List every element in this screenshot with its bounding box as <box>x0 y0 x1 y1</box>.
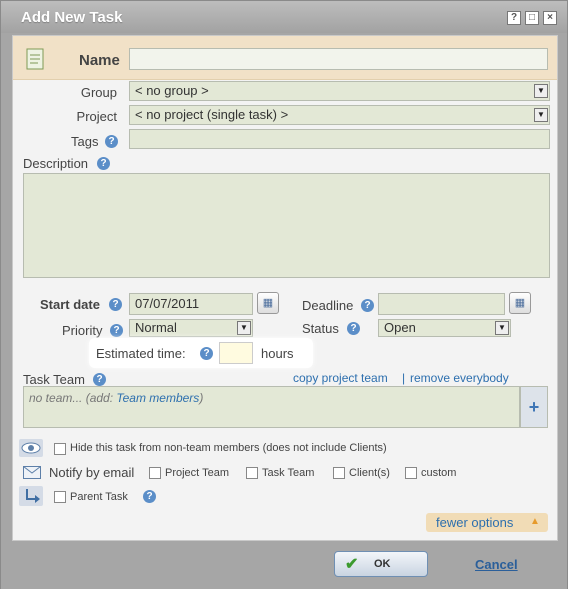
copy-project-team-link[interactable]: copy project team <box>293 371 388 385</box>
start-date-input[interactable]: 07/07/2011 <box>129 293 253 315</box>
fewer-options-button[interactable]: fewer options ▲ <box>426 513 548 532</box>
status-label: Status <box>302 321 339 336</box>
help-icon[interactable]: ? <box>200 347 213 360</box>
fewer-options-label: fewer options <box>436 515 514 530</box>
notify-project-team-checkbox[interactable] <box>149 467 161 479</box>
estimated-time-box: Estimated time: ? hours <box>89 338 313 368</box>
add-team-member-button[interactable]: + <box>520 386 548 428</box>
help-button[interactable]: ? <box>507 11 521 25</box>
priority-select-value: Normal <box>135 320 177 335</box>
notify-clients-label: Client(s) <box>349 467 390 479</box>
title-bar: Add New Task ? □ × <box>1 1 567 33</box>
notify-project-team-label: Project Team <box>165 467 229 479</box>
notify-custom-checkbox[interactable] <box>405 467 417 479</box>
help-icon[interactable]: ? <box>105 135 118 148</box>
hide-task-label: Hide this task from non-team members (do… <box>70 442 387 454</box>
description-label: Description <box>23 156 89 171</box>
chevron-down-icon: ▼ <box>237 321 251 335</box>
project-select-value: < no project (single task) > <box>135 107 289 122</box>
start-date-label: Start date <box>40 297 100 312</box>
dialog-title: Add New Task <box>21 9 123 26</box>
deadline-input[interactable] <box>378 293 505 315</box>
status-select[interactable]: Open ▼ <box>378 319 511 337</box>
ok-button[interactable]: ✔ OK <box>334 551 428 577</box>
cancel-link[interactable]: Cancel <box>475 557 518 572</box>
tags-label: Tags <box>71 134 99 149</box>
help-icon[interactable]: ? <box>143 490 156 503</box>
estimated-time-input[interactable] <box>219 342 253 364</box>
help-icon[interactable]: ? <box>93 373 106 386</box>
estimated-time-label: Estimated time: <box>96 346 186 361</box>
priority-select[interactable]: Normal ▼ <box>129 319 253 337</box>
maximize-button[interactable]: □ <box>525 11 539 25</box>
hide-task-checkbox[interactable] <box>54 443 66 455</box>
help-icon[interactable]: ? <box>347 322 360 335</box>
name-label: Name <box>79 52 120 69</box>
document-icon <box>26 48 44 70</box>
description-textarea[interactable] <box>23 173 550 278</box>
link-separator: | <box>402 371 406 385</box>
group-label: Group <box>80 85 117 100</box>
notify-label: Notify by email <box>49 465 135 480</box>
envelope-icon <box>23 466 41 479</box>
name-row: Name <box>13 36 557 80</box>
chevron-down-icon: ▼ <box>495 321 509 335</box>
add-task-dialog: Add New Task ? □ × Name Group < no group… <box>0 0 568 589</box>
parent-task-checkbox[interactable] <box>54 491 66 503</box>
notify-task-team-checkbox[interactable] <box>246 467 258 479</box>
status-select-value: Open <box>384 320 416 335</box>
close-button[interactable]: × <box>543 11 557 25</box>
task-team-label: Task Team <box>23 372 85 387</box>
form-panel: Name Group < no group > ▼ Project < no p… <box>12 35 558 541</box>
notify-custom-label: custom <box>421 467 457 479</box>
help-icon[interactable]: ? <box>361 299 374 312</box>
chevron-down-icon: ▼ <box>534 108 548 122</box>
chevron-down-icon: ▼ <box>534 84 548 98</box>
notify-task-team-label: Task Team <box>262 467 315 479</box>
task-team-box[interactable]: no team... (add: Team members) <box>23 386 520 428</box>
project-label: Project <box>76 109 117 124</box>
calendar-icon[interactable]: ▦ <box>509 292 531 314</box>
subtask-arrow-icon <box>19 486 43 506</box>
triangle-up-icon: ▲ <box>530 516 540 527</box>
group-select[interactable]: < no group > ▼ <box>129 81 550 101</box>
help-icon[interactable]: ? <box>97 157 110 170</box>
project-select[interactable]: < no project (single task) > ▼ <box>129 105 550 125</box>
priority-label: Priority <box>62 323 103 338</box>
checkmark-icon: ✔ <box>345 556 359 573</box>
group-select-value: < no group > <box>135 83 209 98</box>
deadline-label: Deadline <box>302 298 354 313</box>
eye-icon <box>19 439 43 457</box>
hours-label: hours <box>261 346 294 361</box>
team-placeholder: no team... (add: <box>29 391 114 405</box>
remove-everybody-link[interactable]: remove everybody <box>410 371 509 385</box>
parent-task-label: Parent Task <box>70 491 128 503</box>
ok-button-label: OK <box>374 558 391 570</box>
calendar-icon[interactable]: ▦ <box>257 292 279 314</box>
help-icon[interactable]: ? <box>110 324 123 337</box>
name-input[interactable] <box>129 48 548 70</box>
tags-input[interactable] <box>129 129 550 149</box>
team-placeholder-end: ) <box>199 391 204 405</box>
team-members-link[interactable]: Team members <box>116 391 199 405</box>
dialog-footer: ✔ OK Cancel <box>1 541 567 589</box>
help-icon[interactable]: ? <box>109 298 122 311</box>
notify-clients-checkbox[interactable] <box>333 467 345 479</box>
